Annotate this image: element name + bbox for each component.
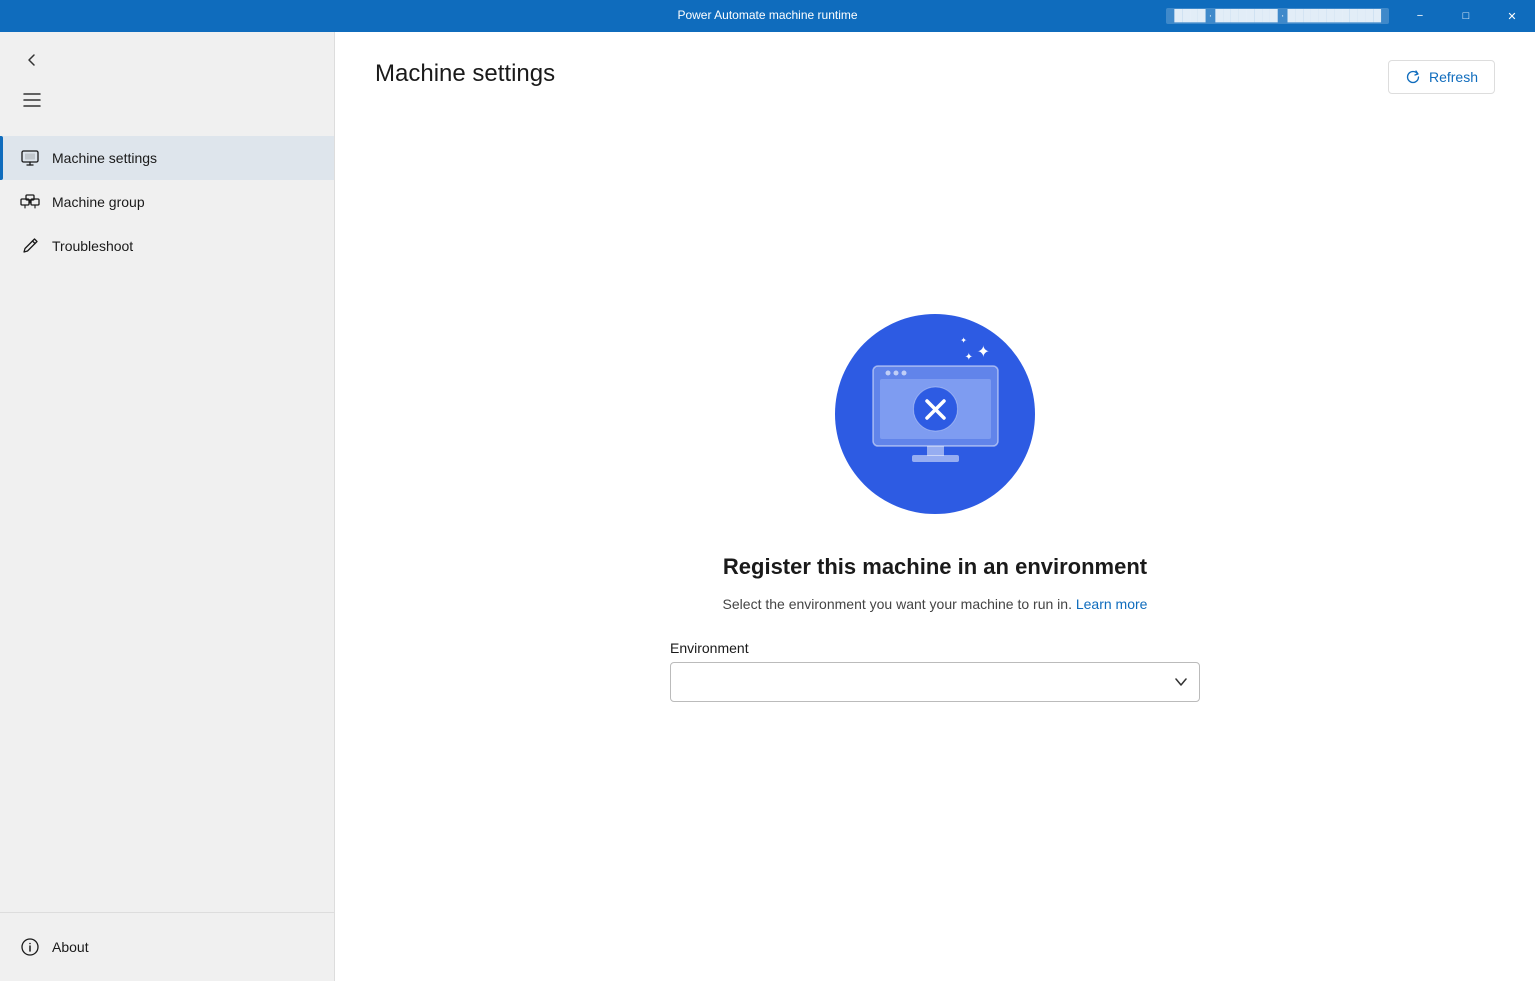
machine-group-label: Machine group [52, 194, 145, 210]
about-icon [20, 937, 40, 957]
star-decoration-2: ✦ [965, 352, 973, 363]
hamburger-button[interactable] [16, 84, 48, 116]
nav-items: Machine settings Machine group [0, 128, 334, 912]
troubleshoot-icon [20, 236, 40, 256]
sidebar-item-machine-settings[interactable]: Machine settings [0, 136, 334, 180]
chevron-down-icon [1175, 678, 1187, 686]
main-header: Machine settings Refresh [335, 32, 1535, 114]
close-button[interactable]: ✕ [1489, 0, 1535, 32]
star-decoration-1: ✦ [977, 342, 990, 362]
minimize-button[interactable]: − [1397, 0, 1443, 32]
environment-label: Environment [670, 640, 1200, 656]
machine-settings-icon [20, 148, 40, 168]
title-bar: Power Automate machine runtime ████ · ██… [0, 0, 1535, 32]
back-button[interactable] [16, 44, 48, 76]
refresh-label: Refresh [1429, 69, 1478, 85]
about-button[interactable]: About [20, 929, 314, 965]
machine-group-icon [20, 192, 40, 212]
star-decoration-3: ✦ [960, 336, 967, 345]
refresh-icon [1405, 69, 1421, 85]
illustration: ✦ ✦ ✦ [835, 314, 1035, 514]
page-title: Machine settings [375, 60, 555, 88]
title-bar-account: ████ · ████████ · ████████████ [1166, 8, 1389, 24]
title-bar-controls: − □ ✕ [1397, 0, 1535, 32]
sidebar-top [0, 32, 334, 128]
register-subtext: Select the environment you want your mac… [723, 596, 1148, 612]
app-container: Machine settings Machine group [0, 32, 1535, 981]
register-heading: Register this machine in an environment [723, 554, 1147, 580]
sidebar-item-troubleshoot[interactable]: Troubleshoot [0, 224, 334, 268]
title-bar-title: Power Automate machine runtime [677, 8, 857, 22]
center-content: ✦ ✦ ✦ [335, 114, 1535, 981]
environment-section: Environment [670, 640, 1200, 702]
learn-more-link[interactable]: Learn more [1076, 596, 1148, 612]
about-label: About [52, 939, 89, 955]
environment-dropdown[interactable] [670, 662, 1200, 702]
refresh-button[interactable]: Refresh [1388, 60, 1495, 94]
monitor-illustration [868, 361, 1003, 466]
sidebar-bottom: About [0, 912, 334, 981]
machine-settings-label: Machine settings [52, 150, 157, 166]
sidebar: Machine settings Machine group [0, 32, 335, 981]
main-content: Machine settings Refresh ✦ ✦ ✦ [335, 32, 1535, 981]
troubleshoot-label: Troubleshoot [52, 238, 133, 254]
maximize-button[interactable]: □ [1443, 0, 1489, 32]
sidebar-item-machine-group[interactable]: Machine group [0, 180, 334, 224]
